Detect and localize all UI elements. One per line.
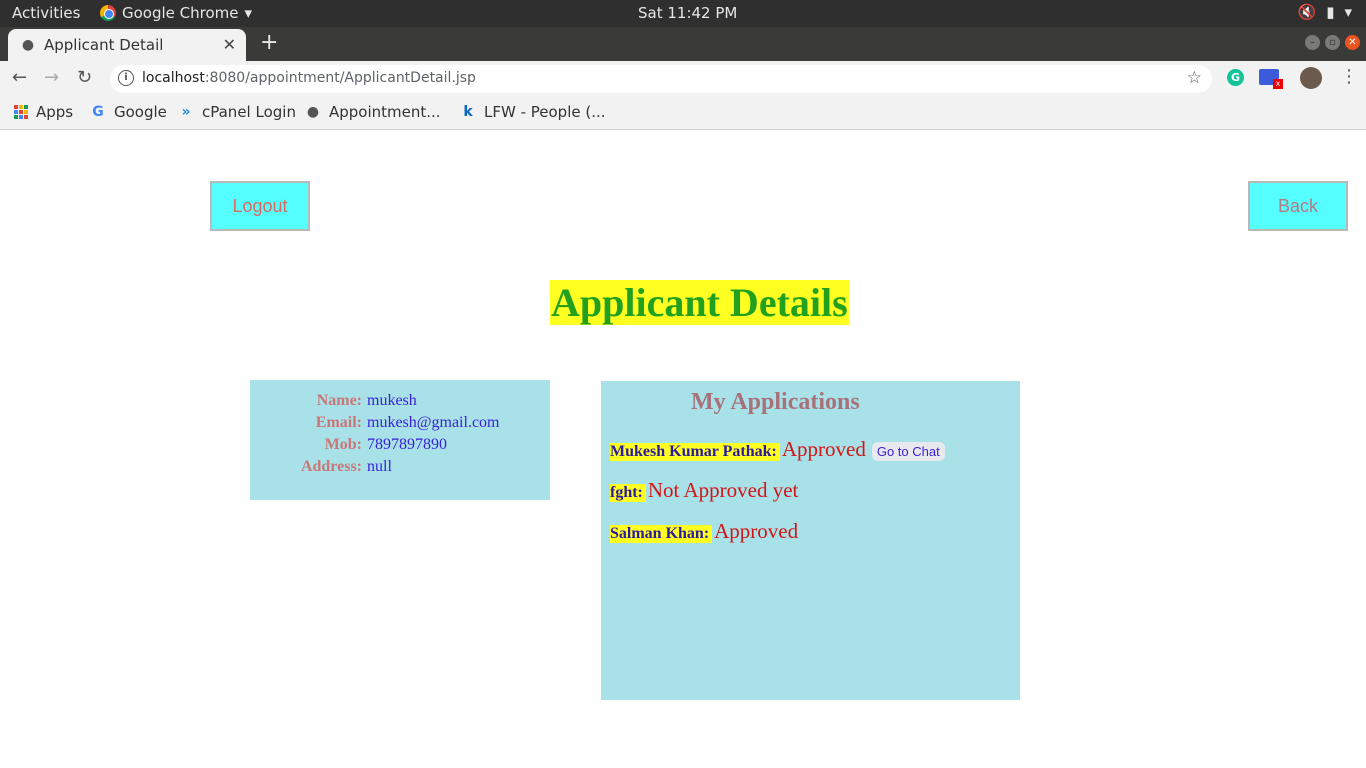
tab-strip: ● Applicant Detail ✕ + – ▫ ✕ bbox=[0, 27, 1366, 61]
app-menu-label: Google Chrome bbox=[122, 4, 239, 22]
application-row: fght: Not Approved yet bbox=[610, 478, 798, 503]
my-applications-panel: My Applications Mukesh Kumar Pathak: App… bbox=[601, 381, 1020, 700]
bookmarks-bar: Apps G Google » cPanel Login ● Appointme… bbox=[0, 97, 1366, 130]
cast-extension-icon[interactable] bbox=[1259, 69, 1283, 89]
kebab-menu-icon[interactable]: ⋮ bbox=[1340, 66, 1358, 87]
back-arrow-icon[interactable]: ← bbox=[12, 67, 27, 88]
activities-button[interactable]: Activities bbox=[12, 4, 80, 22]
bookmark-apps[interactable]: Apps bbox=[14, 103, 73, 121]
detail-label: Mob: bbox=[324, 436, 362, 453]
profile-avatar[interactable] bbox=[1300, 67, 1322, 89]
bookmark-label: Appointment... bbox=[329, 103, 441, 121]
detail-label: Email: bbox=[315, 414, 362, 431]
detail-row-address: Address: null bbox=[250, 458, 550, 480]
bookmark-cpanel[interactable]: » cPanel Login bbox=[178, 103, 296, 121]
system-top-bar: Activities Google Chrome ▾ Sat 11:42 PM … bbox=[0, 0, 1366, 27]
detail-value: mukesh@gmail.com bbox=[367, 414, 500, 431]
tab-applicant-detail[interactable]: ● Applicant Detail ✕ bbox=[8, 29, 246, 61]
detail-value: mukesh bbox=[367, 392, 417, 409]
url-host: localhost bbox=[142, 70, 205, 86]
url-path: :8080/appointment/ApplicantDetail.jsp bbox=[204, 70, 476, 86]
system-tray[interactable]: 🔇 ▮ ▾ bbox=[1298, 3, 1352, 21]
google-icon: G bbox=[92, 104, 104, 120]
bookmark-lfw-people[interactable]: k LFW - People (... bbox=[460, 103, 606, 121]
address-bar[interactable]: i localhost:8080/appointment/ApplicantDe… bbox=[110, 65, 1212, 93]
applicant-name: Salman Khan: bbox=[610, 525, 713, 543]
page-title: Applicant Details bbox=[550, 280, 849, 325]
url-text[interactable]: localhost:8080/appointment/ApplicantDeta… bbox=[142, 70, 476, 86]
applicant-name: Mukesh Kumar Pathak: bbox=[610, 443, 780, 461]
bookmark-label: LFW - People (... bbox=[484, 103, 606, 121]
window-controls: – ▫ ✕ bbox=[1305, 35, 1360, 50]
application-status: Approved bbox=[714, 519, 799, 543]
bookmark-label: cPanel Login bbox=[202, 103, 296, 121]
logout-button[interactable]: Logout bbox=[210, 181, 310, 231]
application-row: Salman Khan: Approved bbox=[610, 519, 798, 544]
forward-arrow-icon[interactable]: → bbox=[44, 67, 59, 88]
minimize-button[interactable]: – bbox=[1305, 35, 1320, 50]
application-row: Mukesh Kumar Pathak: Approved Go to Chat bbox=[610, 437, 945, 462]
back-button[interactable]: Back bbox=[1248, 181, 1348, 231]
tab-title: Applicant Detail bbox=[44, 36, 164, 54]
new-tab-button[interactable]: + bbox=[260, 30, 278, 55]
grammarly-extension-icon[interactable]: G bbox=[1227, 69, 1244, 86]
detail-label: Address: bbox=[300, 458, 362, 475]
application-status: Not Approved yet bbox=[647, 478, 799, 502]
close-window-button[interactable]: ✕ bbox=[1345, 35, 1360, 50]
chevron-down-icon: ▾ bbox=[1344, 3, 1352, 21]
battery-icon: ▮ bbox=[1326, 3, 1335, 21]
bookmark-label: Google bbox=[114, 103, 167, 121]
apps-grid-icon bbox=[14, 105, 28, 119]
navigation-bar: ← → ↻ i localhost:8080/appointment/Appli… bbox=[0, 61, 1366, 97]
close-icon[interactable]: ✕ bbox=[223, 35, 236, 54]
chevron-down-icon: ▾ bbox=[244, 4, 253, 22]
bookmark-star-icon[interactable]: ☆ bbox=[1187, 68, 1202, 88]
maximize-button[interactable]: ▫ bbox=[1325, 35, 1340, 50]
detail-row-mob: Mob: 7897897890 bbox=[250, 436, 550, 458]
go-to-chat-button[interactable]: Go to Chat bbox=[871, 442, 945, 461]
applicant-name: fght: bbox=[610, 484, 646, 502]
bookmark-label: Apps bbox=[36, 103, 74, 121]
globe-icon: ● bbox=[306, 104, 320, 120]
applicant-detail-panel: Name: mukesh Email: mukesh@gmail.com Mob… bbox=[250, 380, 550, 500]
info-icon[interactable]: i bbox=[118, 70, 134, 86]
volume-muted-icon: 🔇 bbox=[1297, 3, 1317, 21]
app-menu[interactable]: Google Chrome ▾ bbox=[100, 4, 252, 22]
applications-heading: My Applications bbox=[691, 389, 860, 415]
bookmark-appointment[interactable]: ● Appointment... bbox=[305, 103, 441, 121]
application-status: Approved bbox=[781, 437, 866, 461]
chrome-icon bbox=[100, 5, 116, 21]
detail-row-name: Name: mukesh bbox=[250, 392, 550, 414]
clock[interactable]: Sat 11:42 PM bbox=[638, 4, 737, 22]
k-logo-icon: k bbox=[463, 104, 473, 120]
cpanel-icon: » bbox=[181, 104, 191, 120]
reload-icon[interactable]: ↻ bbox=[77, 67, 92, 88]
detail-value: 7897897890 bbox=[367, 436, 447, 453]
globe-icon: ● bbox=[21, 37, 35, 53]
detail-row-email: Email: mukesh@gmail.com bbox=[250, 414, 550, 436]
bookmark-google[interactable]: G Google bbox=[90, 103, 167, 121]
detail-label: Name: bbox=[316, 392, 362, 409]
detail-value: null bbox=[367, 458, 392, 475]
